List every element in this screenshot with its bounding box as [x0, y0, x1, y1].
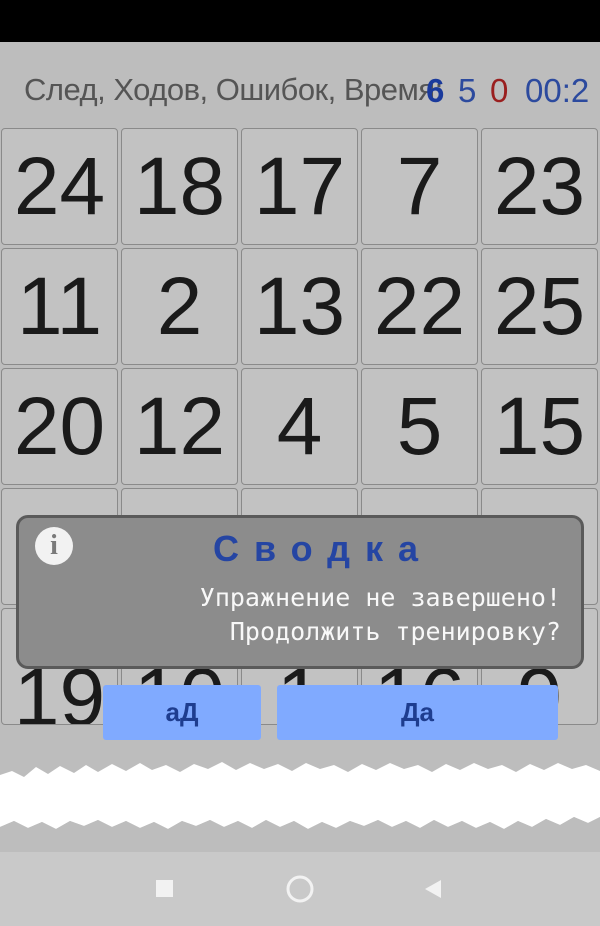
grid-cell-number: 17	[253, 140, 346, 232]
grid-cell-number: 24	[13, 140, 106, 232]
stats-label: След, Ходов, Ошибок, Время:	[24, 72, 443, 107]
grid-cell[interactable]: 2	[121, 248, 238, 365]
summary-dialog: i Сводка Упражнение не завершено! Продол…	[16, 515, 584, 669]
grid-cell[interactable]: 12	[121, 368, 238, 485]
dialog-title: Сводка	[212, 528, 434, 569]
recents-square-icon[interactable]	[125, 852, 205, 926]
dialog-message-line1: Упражнение не завершено!	[199, 583, 561, 612]
stat-time: 00:2	[525, 72, 590, 109]
grid-cell[interactable]: 24	[1, 128, 118, 245]
system-nav-bar	[0, 852, 600, 926]
stats-row: След, Ходов, Ошибок, Время: 6 5 0 00:2	[0, 42, 600, 128]
grid-cell-number: 2	[156, 260, 203, 352]
grid-cell-number: 11	[16, 260, 103, 352]
grid-cell-number: 20	[13, 380, 106, 472]
back-triangle-icon[interactable]	[393, 852, 473, 926]
dialog-message-line2: Продолжить тренировку?	[229, 617, 561, 646]
dialog-message: Упражнение не завершено! Продолжить трен…	[200, 581, 561, 649]
grid-cell[interactable]: 11	[1, 248, 118, 365]
grid-cell[interactable]: 4	[241, 368, 358, 485]
grid-cell[interactable]: 17	[241, 128, 358, 245]
grid-cell[interactable]: 7	[361, 128, 478, 245]
stat-next: 6	[426, 72, 445, 109]
grid-cell-number: 15	[493, 380, 586, 472]
stat-moves: 5	[458, 72, 477, 109]
dialog-button-yes[interactable]: Да	[277, 685, 558, 740]
grid-cell-number: 12	[133, 380, 226, 472]
torn-paper-edge	[0, 762, 600, 855]
grid-cell-number: 5	[396, 380, 443, 472]
grid-cell[interactable]: 23	[481, 128, 598, 245]
grid-cell[interactable]: 15	[481, 368, 598, 485]
grid-cell-number: 13	[253, 260, 346, 352]
grid-cell-number: 25	[493, 260, 586, 352]
grid-cell-number: 22	[373, 260, 466, 352]
grid-cell-number: 23	[493, 140, 586, 232]
grid-cell[interactable]: 5	[361, 368, 478, 485]
app-screen: След, Ходов, Ошибок, Время: 6 5 0 00:2 2…	[0, 0, 600, 926]
grid-cell[interactable]: 18	[121, 128, 238, 245]
grid-cell[interactable]: 13	[241, 248, 358, 365]
grid-cell-number: 4	[276, 380, 323, 472]
grid-cell-number: 7	[396, 140, 443, 232]
grid-cell[interactable]: 22	[361, 248, 478, 365]
grid-cell[interactable]: 25	[481, 248, 598, 365]
grid-cell[interactable]: 20	[1, 368, 118, 485]
home-circle-icon[interactable]	[260, 852, 340, 926]
dialog-button-left[interactable]: аД	[103, 685, 261, 740]
status-bar	[0, 0, 600, 42]
grid-cell-number: 18	[133, 140, 226, 232]
stat-errors: 0	[490, 72, 509, 109]
